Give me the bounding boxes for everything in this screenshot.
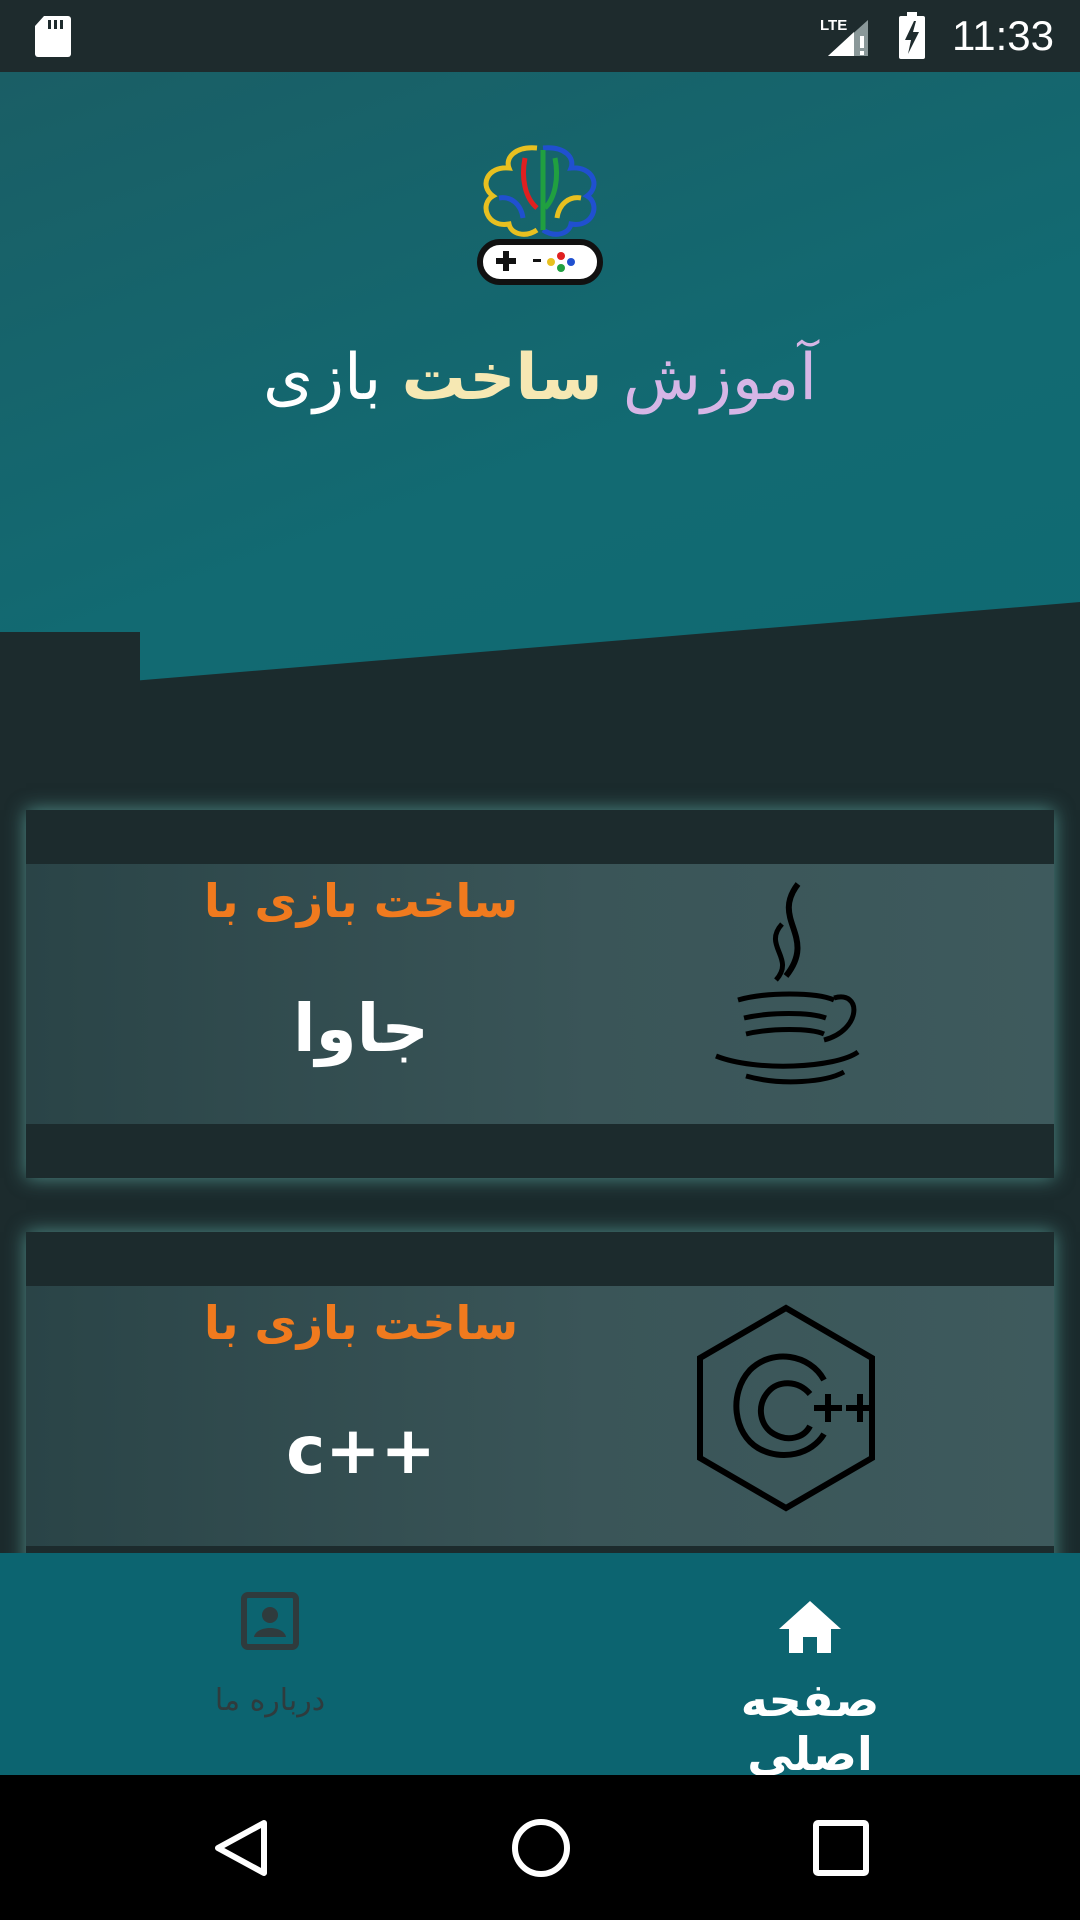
title-word-learn: آموزش xyxy=(622,341,817,415)
home-circle-icon[interactable] xyxy=(510,1817,572,1879)
system-navigation-bar xyxy=(0,1775,1080,1920)
cpp-icon xyxy=(697,1304,875,1512)
sd-card-icon xyxy=(35,16,71,57)
java-icon xyxy=(715,882,860,1085)
title-word-game: بازی xyxy=(263,341,382,415)
status-bar: LTE 11:33 xyxy=(0,0,1080,72)
brain-gamepad-logo xyxy=(477,145,603,285)
nav-about-us[interactable]: درباره ما xyxy=(140,1553,400,1775)
java-course-card[interactable]: ساخت بازی با جاوا xyxy=(26,810,1054,1178)
bottom-navigation: درباره ما صفحه اصلی xyxy=(0,1553,1080,1781)
back-icon[interactable] xyxy=(210,1817,272,1879)
home-icon xyxy=(779,1601,841,1653)
signal-icon: LTE xyxy=(820,17,868,56)
svg-text:LTE: LTE xyxy=(820,17,847,34)
card-language-name: c++ xyxy=(286,1412,436,1489)
contact-card-icon xyxy=(241,1592,299,1650)
cpp-course-card[interactable]: ساخت بازی با c++ xyxy=(26,1232,1054,1553)
battery-charging-icon xyxy=(899,12,925,59)
clock: 11:33 xyxy=(952,12,1054,59)
card-heading: ساخت بازی با xyxy=(203,874,519,928)
nav-about-label: درباره ما xyxy=(214,1683,326,1718)
main-content: آموزش ساخت بازی ساخت بازی با جاوا ساخت ب… xyxy=(0,72,1080,1553)
app-title: آموزش ساخت بازی xyxy=(0,328,1080,428)
title-word-make: ساخت xyxy=(401,341,603,415)
card-language-name: جاوا xyxy=(293,990,429,1067)
card-heading: ساخت بازی با xyxy=(203,1296,519,1350)
nav-home[interactable]: صفحه اصلی xyxy=(670,1553,950,1781)
nav-home-label: صفحه اصلی xyxy=(740,1673,880,1781)
recent-apps-icon[interactable] xyxy=(812,1819,870,1877)
